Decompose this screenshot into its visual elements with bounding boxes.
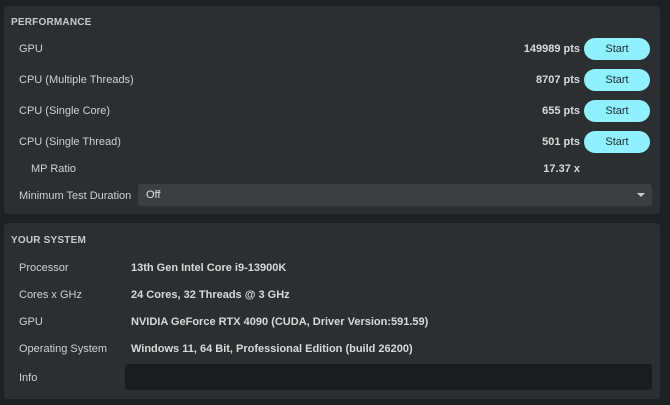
performance-panel: PERFORMANCE GPU 149989 pts Start CPU (Mu… xyxy=(4,6,660,214)
info-field[interactable] xyxy=(125,364,652,390)
mp-ratio-label: MP Ratio xyxy=(31,163,77,175)
performance-title: PERFORMANCE xyxy=(11,17,92,28)
cpu-multi-thread-score: 8707 pts xyxy=(535,74,580,86)
processor-value: 13th Gen Intel Core i9-13900K xyxy=(131,262,287,274)
chevron-down-icon xyxy=(637,193,645,197)
gpu-label: GPU xyxy=(19,316,43,328)
gpu-benchmark-label: GPU xyxy=(19,43,43,55)
processor-label: Processor xyxy=(19,262,69,274)
cpu-multi-thread-start-button[interactable]: Start xyxy=(584,69,650,91)
system-title: YOUR SYSTEM xyxy=(11,235,86,246)
cpu-single-thread-start-button[interactable]: Start xyxy=(584,131,650,153)
min-test-duration-value: Off xyxy=(146,189,161,201)
gpu-score: 149989 pts xyxy=(523,43,580,55)
system-panel: YOUR SYSTEM Processor 13th Gen Intel Cor… xyxy=(4,223,660,399)
gpu-start-button[interactable]: Start xyxy=(584,38,650,60)
cpu-single-core-label: CPU (Single Core) xyxy=(19,105,111,117)
cores-ghz-value: 24 Cores, 32 Threads @ 3 GHz xyxy=(131,289,290,301)
mp-ratio-value: 17.37 x xyxy=(543,163,580,175)
cpu-single-core-start-button[interactable]: Start xyxy=(584,100,650,122)
min-test-duration-label: Minimum Test Duration xyxy=(19,190,132,202)
cores-ghz-label: Cores x GHz xyxy=(19,289,82,301)
gpu-value: NVIDIA GeForce RTX 4090 (CUDA, Driver Ve… xyxy=(131,316,429,328)
operating-system-label: Operating System xyxy=(19,343,108,355)
min-test-duration-select[interactable]: Off xyxy=(138,184,652,206)
cpu-multi-thread-label: CPU (Multiple Threads) xyxy=(19,74,134,86)
cpu-single-thread-label: CPU (Single Thread) xyxy=(19,136,121,148)
cpu-single-core-score: 655 pts xyxy=(542,105,580,117)
operating-system-value: Windows 11, 64 Bit, Professional Edition… xyxy=(131,343,413,355)
info-label: Info xyxy=(19,372,38,384)
cpu-single-thread-score: 501 pts xyxy=(542,136,580,148)
